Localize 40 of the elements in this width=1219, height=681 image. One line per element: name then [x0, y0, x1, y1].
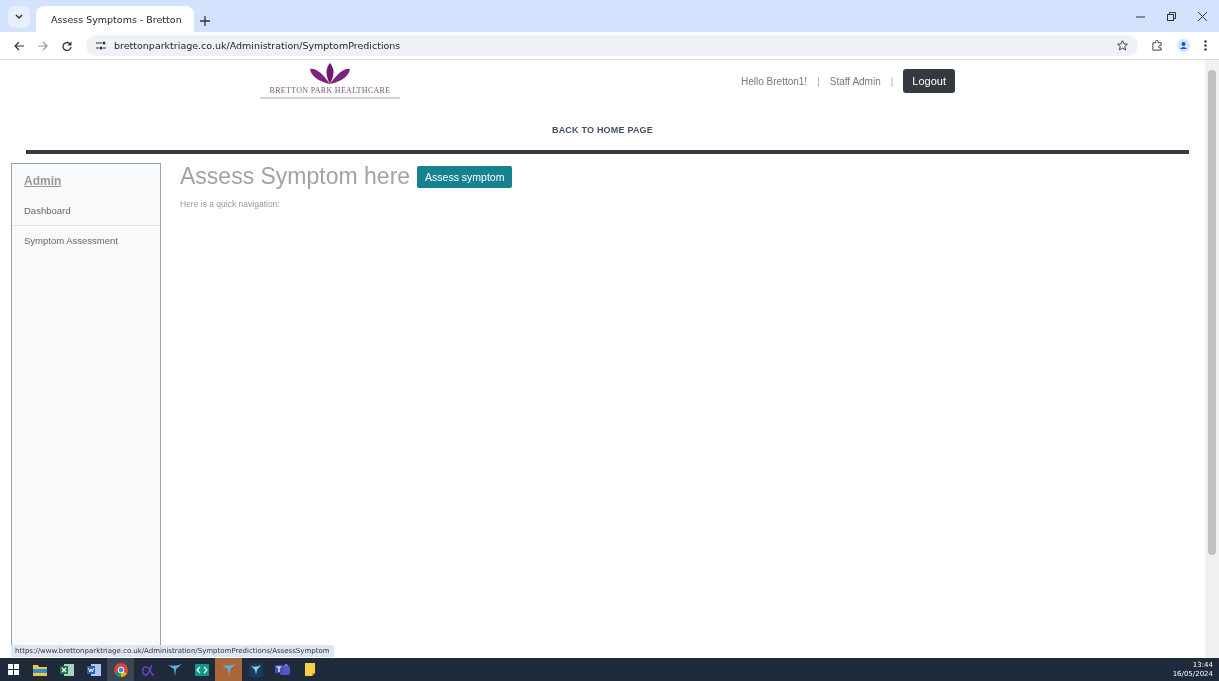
- intro-text: Here is a quick navigation:: [180, 199, 281, 209]
- funnel-icon: [248, 662, 263, 677]
- code-icon: [194, 663, 209, 676]
- alpha-icon: [140, 662, 155, 677]
- scrollbar[interactable]: [1205, 60, 1219, 658]
- sticky-note-icon: [304, 663, 315, 676]
- role-link[interactable]: Staff Admin: [829, 75, 881, 87]
- logout-button[interactable]: Logout: [903, 69, 955, 93]
- greeting-text: Hello Bretton1!: [741, 75, 808, 87]
- team-chat-icon: [275, 663, 290, 676]
- forward-icon[interactable]: [38, 40, 48, 51]
- puzzle-icon[interactable]: [1152, 40, 1163, 51]
- profile-icon[interactable]: [1177, 39, 1190, 52]
- start-icon[interactable]: [7, 664, 19, 675]
- page-heading: Assess Symptom here: [180, 163, 411, 190]
- separator-text: |: [890, 75, 894, 87]
- taskbar-app[interactable]: [107, 658, 134, 681]
- restore-icon[interactable]: [1167, 11, 1176, 21]
- star-icon[interactable]: [1117, 40, 1128, 51]
- address-bar[interactable]: brettonparktriage.co.uk/Administration/SymptomPredictions: [86, 35, 1138, 56]
- document-icon: [86, 663, 101, 676]
- new-tab-icon[interactable]: [200, 16, 210, 26]
- site-settings-icon[interactable]: [96, 41, 106, 50]
- home-link[interactable]: BACK TO HOME PAGE: [551, 125, 654, 135]
- menu-icon[interactable]: [1204, 40, 1207, 51]
- spreadsheet-icon: [59, 663, 74, 676]
- assess-button[interactable]: Assess symptom: [417, 165, 513, 188]
- tab-list-button[interactable]: [8, 6, 30, 28]
- sidebar-item[interactable]: Dashboard: [12, 196, 160, 225]
- folder-icon: [32, 663, 47, 676]
- back-icon[interactable]: [14, 40, 24, 51]
- logo-text: BRETTON PARK HEALTHCARE: [269, 86, 391, 95]
- browser-tab[interactable]: Assess Symptoms - Bretton: [36, 6, 194, 32]
- close-icon[interactable]: [1198, 11, 1207, 21]
- browser-icon: [113, 662, 128, 677]
- reload-icon[interactable]: [62, 40, 72, 51]
- lotus-logo-icon: [308, 63, 352, 85]
- caret-icon: [15, 14, 23, 20]
- separator-text: |: [817, 75, 820, 87]
- sidebar-item[interactable]: Symptom Assessment: [12, 225, 160, 255]
